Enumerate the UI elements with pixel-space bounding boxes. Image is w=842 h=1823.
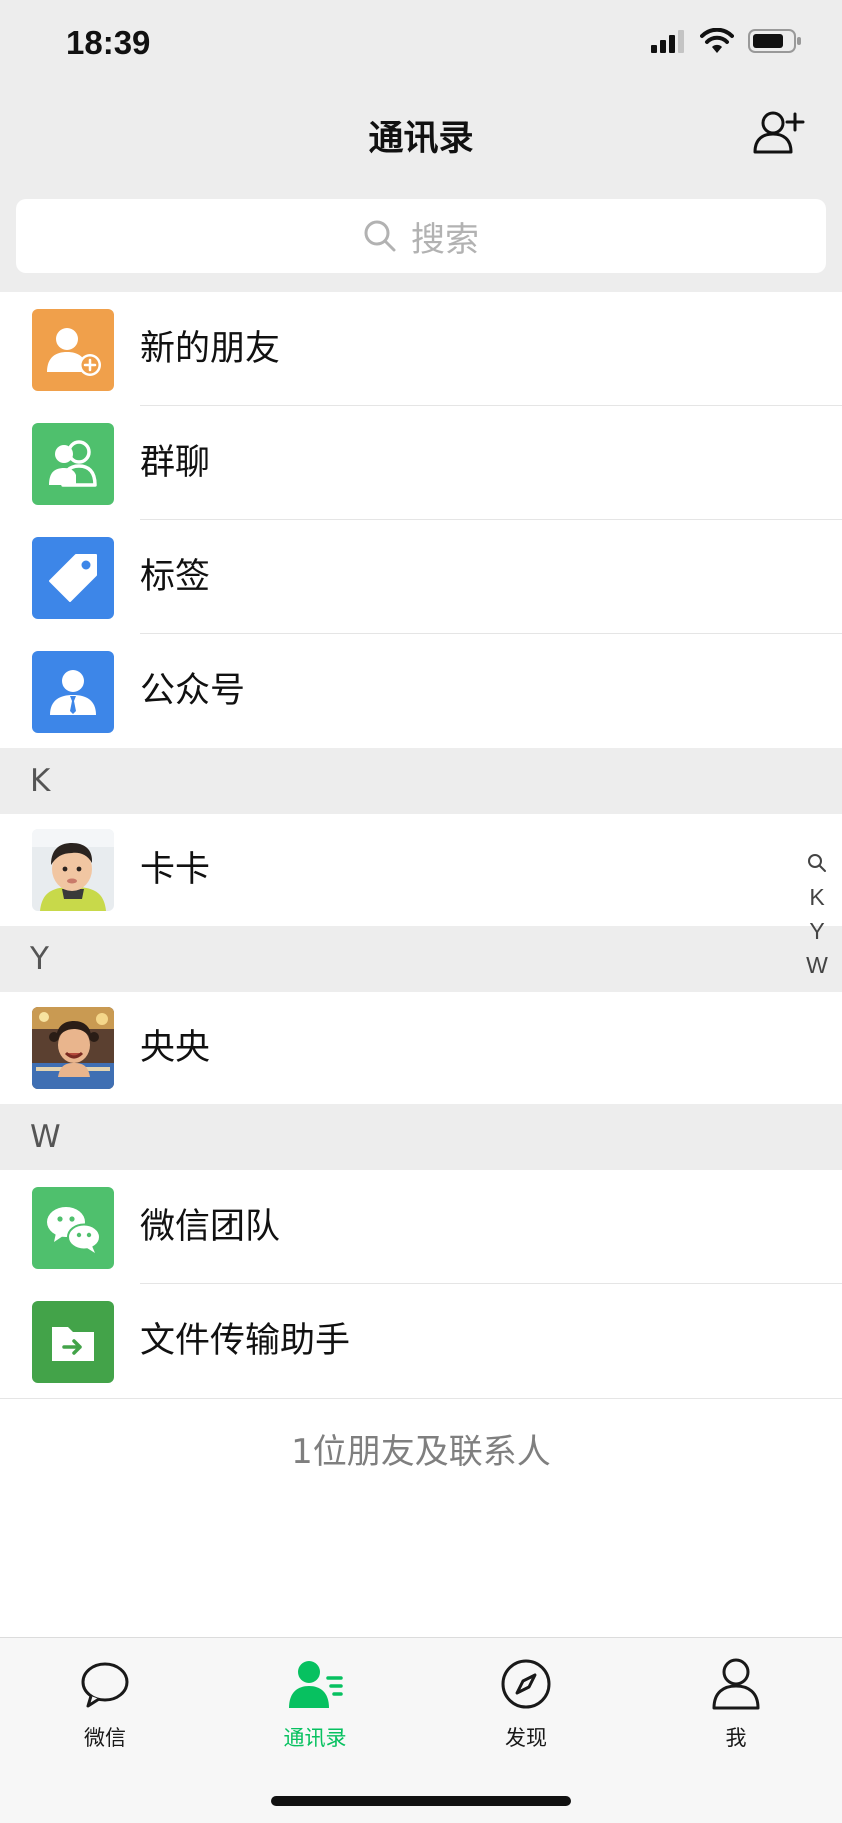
wechat-team-icon <box>47 1207 101 1253</box>
contact-avatar <box>32 1187 114 1269</box>
index-letter-k[interactable]: K <box>809 880 824 914</box>
tab-contacts[interactable]: 通讯录 <box>255 1656 375 1752</box>
page-title: 通讯录 <box>368 119 474 159</box>
section-letter: K <box>30 763 51 799</box>
official-accounts-item[interactable]: 公众号 <box>0 634 842 748</box>
new-friends-avatar <box>32 309 114 391</box>
search-icon <box>808 854 826 872</box>
status-icons <box>650 28 802 54</box>
add-contact-button[interactable] <box>752 108 806 158</box>
contact-list: 新的朋友 群聊 标签 公众号 K 卡卡 Y 央央 W 微信团队 文件传输助手 1… <box>0 292 842 1745</box>
tab-chats[interactable]: 微信 <box>45 1656 165 1752</box>
contact-item[interactable]: 央央 <box>0 992 842 1104</box>
contact-item[interactable]: 微信团队 <box>0 1170 842 1284</box>
new-friends-item[interactable]: 新的朋友 <box>0 292 842 406</box>
add-person-icon <box>753 111 805 154</box>
contact-avatar <box>32 829 114 911</box>
contact-name: 卡卡 <box>140 850 211 890</box>
contact-item[interactable]: 文件传输助手 <box>0 1284 842 1398</box>
tab-me[interactable]: 我 <box>676 1656 796 1752</box>
tab-label: 发现 <box>505 1726 547 1750</box>
index-letter-w[interactable]: W <box>806 948 828 982</box>
battery-icon <box>748 29 801 53</box>
search-placeholder: 搜索 <box>411 219 479 260</box>
home-indicator <box>271 1796 571 1806</box>
contact-name: 央央 <box>140 1028 211 1068</box>
contact-item[interactable]: 卡卡 <box>0 814 842 926</box>
tag-icon <box>49 554 97 602</box>
compass-icon <box>501 1659 551 1709</box>
wifi-icon <box>700 28 734 53</box>
official-accounts-label: 公众号 <box>140 671 246 711</box>
tab-label: 我 <box>725 1726 747 1750</box>
tags-avatar <box>32 537 114 619</box>
contact-name: 微信团队 <box>140 1207 281 1247</box>
contact-name: 文件传输助手 <box>140 1321 351 1361</box>
alphabet-index-bar[interactable]: K Y W <box>802 846 832 982</box>
child-photo-avatar <box>32 829 114 911</box>
group-chats-avatar <box>32 423 114 505</box>
add-friend-icon <box>47 328 101 376</box>
status-bar: 18:39 <box>0 0 842 90</box>
group-chat-icon <box>49 440 97 487</box>
section-letter: Y <box>30 941 49 977</box>
contact-avatar <box>32 1007 114 1089</box>
section-header-k: K <box>0 748 842 814</box>
tags-item[interactable]: 标签 <box>0 520 842 634</box>
contact-count-summary: 1位朋友及联系人 <box>0 1398 842 1505</box>
status-time: 18:39 <box>66 24 151 61</box>
search-input[interactable]: 搜索 <box>16 199 826 273</box>
tab-discover[interactable]: 发现 <box>466 1656 586 1752</box>
contacts-icon <box>289 1661 343 1708</box>
section-letter: W <box>30 1119 61 1155</box>
tab-label: 通讯录 <box>283 1726 347 1750</box>
index-letter-y[interactable]: Y <box>809 914 824 948</box>
contacts-screen: 18:39 通讯录 搜索 新的朋友 群聊 标签 公众号 K 卡卡 Y 央央 W … <box>0 0 842 1823</box>
chat-bubble-icon <box>81 1662 129 1708</box>
tags-label: 标签 <box>140 557 211 597</box>
search-icon <box>364 220 396 252</box>
section-header-y: Y <box>0 926 842 992</box>
nav-bar: 通讯录 <box>0 90 842 180</box>
section-header-w: W <box>0 1104 842 1170</box>
index-search[interactable] <box>807 846 827 880</box>
official-account-icon <box>50 670 96 715</box>
group-chats-label: 群聊 <box>140 443 211 483</box>
cellular-signal-icon <box>651 30 684 53</box>
file-transfer-icon <box>52 1327 94 1361</box>
contact-avatar <box>32 1301 114 1383</box>
official-accounts-avatar <box>32 651 114 733</box>
person-icon <box>712 1658 760 1710</box>
tab-label: 微信 <box>84 1726 126 1750</box>
child-photo-avatar <box>32 1007 114 1089</box>
group-chats-item[interactable]: 群聊 <box>0 406 842 520</box>
new-friends-label: 新的朋友 <box>140 329 281 369</box>
